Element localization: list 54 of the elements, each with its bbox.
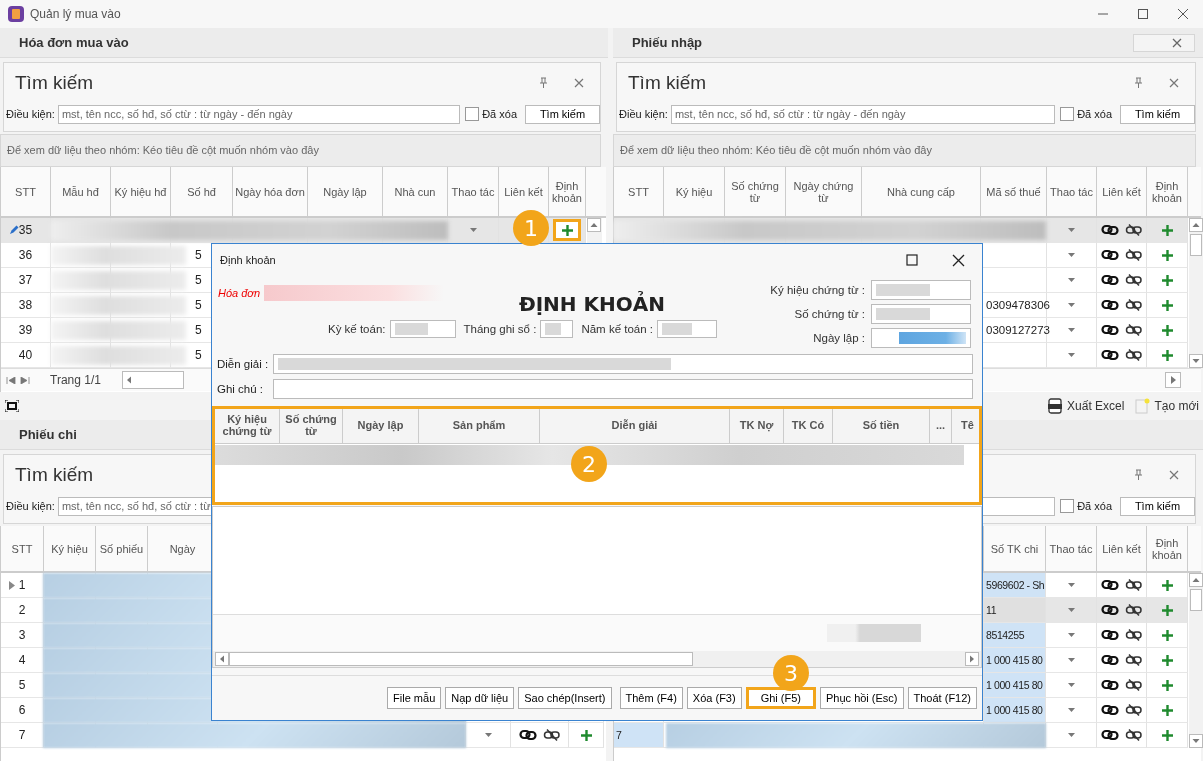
search-title: Tìm kiếm [15,464,94,486]
table-cell: 36 [18,248,33,262]
table-cell: 39 [18,323,33,337]
panel-title: Phiếu nhập [632,35,703,50]
table-cell: 1 000 415 80 [986,704,1043,716]
field-label: Điều kiện: [6,500,55,512]
table-cell: 5 [195,348,202,362]
table-cell: 4 [18,653,26,667]
checkbox-label: Đã xóa [1077,108,1112,120]
table-cell: 8514255 [986,629,1025,641]
table-cell: 35 [18,223,33,237]
field-label: Ngày lập : [813,332,865,344]
window-title: Quản lý mua vào [30,7,121,21]
field-label: Tháng ghi sổ : [463,323,537,335]
table-cell: 5 [195,323,202,337]
field-label: Diễn giải : [217,357,267,370]
search-title: Tìm kiếm [628,72,707,94]
field-label: Kỳ kế toán: [327,323,386,335]
field-label: Điều kiện: [619,108,668,120]
table-cell: 5 [18,678,26,692]
table-cell: 38 [18,298,33,312]
dialog-title: Định khoản [220,254,276,266]
table-cell: 5 [195,298,202,312]
table-cell: 1 000 415 80 [986,654,1043,666]
table-cell: 37 [18,273,33,287]
group-hint: Để xem dữ liệu theo nhóm: Kéo tiêu đề cột muốn nhóm vào đây [0,134,601,167]
checkbox-label: Đã xóa [1077,500,1112,512]
table-cell: 5 [195,273,202,287]
table-cell: 40 [18,348,33,362]
checkbox-label: Đã xóa [482,108,517,120]
field-label: Ký hiệu chứng từ : [770,284,865,296]
table-cell: 11 [986,604,997,616]
panel-title: Hóa đơn mua vào [19,35,129,50]
table-cell: 1 000 415 80 [986,679,1043,691]
field-label: Năm kế toán : [581,323,653,335]
source-label: Hóa đơn [218,287,261,299]
table-cell: 3 [18,628,26,642]
table-cell: 0309127273 [986,324,1050,336]
dialog-heading: ĐỊNH KHOẢN [518,292,665,318]
table-cell: 1 [18,578,26,592]
field-label: Điều kiện: [6,108,55,120]
search-title: Tìm kiếm [15,72,94,94]
field-label: Ghi chú : [217,382,265,395]
table-cell: 7 [616,729,622,741]
table-cell: 0309478306 [986,299,1050,311]
page-indicator: Trang 1/1 [50,373,101,387]
table-cell: 2 [18,603,26,617]
table-cell: 5 [195,248,202,262]
table-cell: 5969602 - Sh [986,579,1045,591]
field-label: Số chứng từ : [794,308,865,320]
table-cell: 7 [18,728,26,742]
panel-title: Phiếu chi [19,427,77,442]
table-cell: 6 [18,703,26,717]
group-hint: Để xem dữ liệu theo nhóm: Kéo tiêu đề cột muốn nhóm vào đây [613,134,1196,167]
